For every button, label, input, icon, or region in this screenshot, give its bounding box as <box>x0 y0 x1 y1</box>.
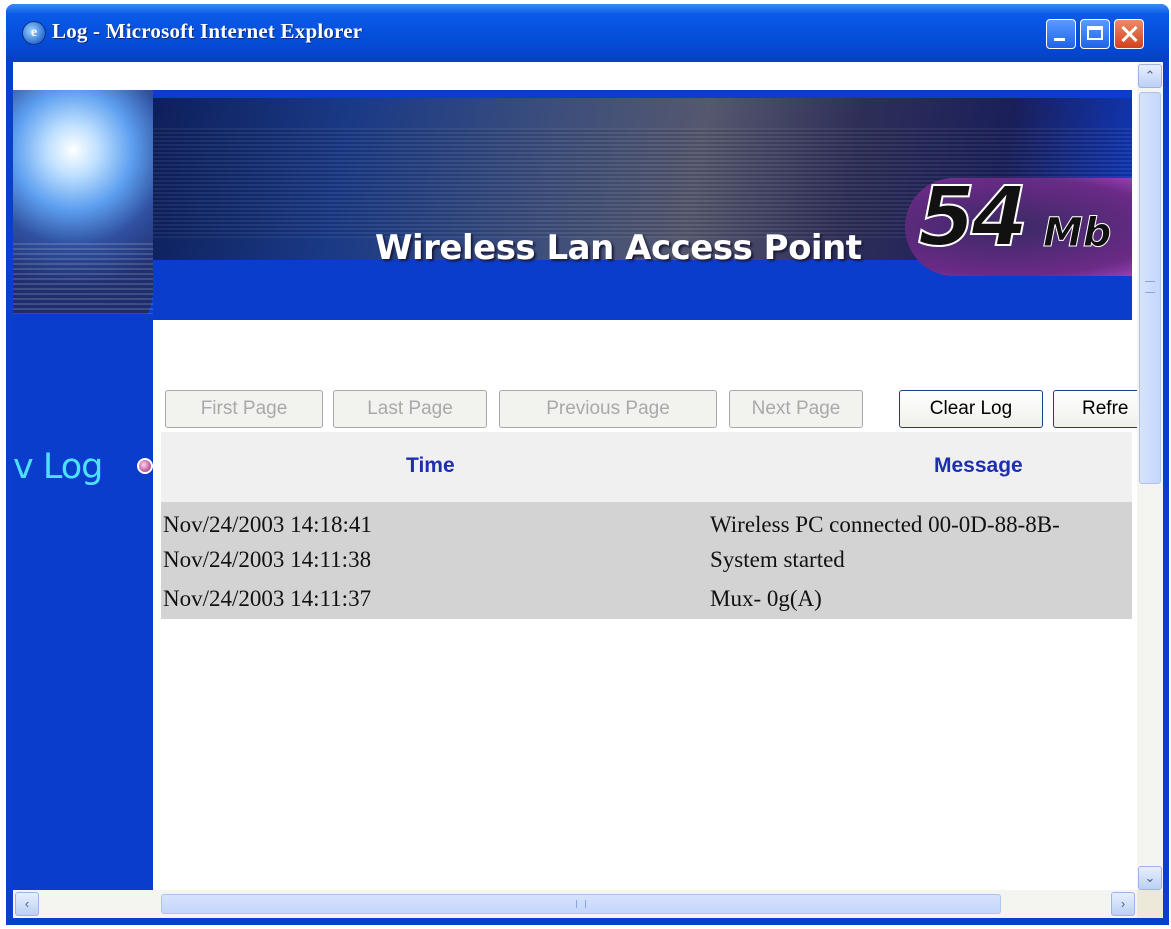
minimize-button[interactable] <box>1046 19 1076 49</box>
scrollbar-corner <box>1137 890 1163 918</box>
speed-number: 54 <box>917 169 1029 266</box>
maximize-button[interactable] <box>1080 19 1110 49</box>
clear-log-button[interactable]: Clear Log <box>899 390 1043 428</box>
log-time: Nov/24/2003 14:11:37 <box>163 586 372 611</box>
vertical-scroll-thumb[interactable] <box>1139 92 1161 484</box>
globe-graphic <box>13 90 153 320</box>
chevron-up-icon: ⌃ <box>1144 68 1156 83</box>
refresh-button[interactable]: Refre <box>1053 390 1150 428</box>
sidebar <box>13 314 153 890</box>
vertical-scrollbar[interactable]: ⌃ ⌄ <box>1137 62 1163 892</box>
product-title: Wireless Lan Access Point <box>375 228 862 268</box>
message-column-header: Message <box>934 454 1023 477</box>
scroll-up-button[interactable]: ⌃ <box>1138 64 1162 88</box>
scroll-left-button[interactable]: ‹ <box>15 892 39 916</box>
scroll-down-button[interactable]: ⌄ <box>1138 866 1162 890</box>
time-column-header: Time <box>406 454 455 477</box>
table-row: Nov/24/2003 14:18:41 Wireless PC connect… <box>161 502 1132 541</box>
scroll-right-button[interactable]: › <box>1111 892 1135 916</box>
grip-icon <box>1145 281 1155 293</box>
log-message: Mux- 0g(A) <box>710 586 822 611</box>
close-button[interactable] <box>1114 19 1144 49</box>
bullet-icon <box>137 458 153 474</box>
previous-page-button[interactable]: Previous Page <box>499 390 717 428</box>
title-bar[interactable]: e Log - Microsoft Internet Explorer <box>6 4 1169 60</box>
speed-unit: Mb <box>1042 210 1112 257</box>
page-header: Wireless Lan Access Point 54 Mb <box>13 90 1132 320</box>
grip-icon <box>576 900 586 908</box>
table-row: Nov/24/2003 14:11:37 Mux- 0g(A) <box>161 580 1132 619</box>
log-time: Nov/24/2003 14:11:38 <box>163 547 372 572</box>
chevron-left-icon: ‹ <box>24 896 30 911</box>
chevron-down-icon: ⌄ <box>1144 870 1156 885</box>
window-title: Log - Microsoft Internet Explorer <box>52 19 363 43</box>
chevron-right-icon: › <box>1120 896 1126 911</box>
next-page-button[interactable]: Next Page <box>729 390 863 428</box>
horizontal-scrollbar[interactable]: ‹ › <box>13 890 1137 918</box>
page-content: Wireless Lan Access Point 54 Mb v Log Fi… <box>13 62 1150 890</box>
table-row: Nov/24/2003 14:11:38 System started <box>161 541 1132 580</box>
table-header: Time Message <box>161 432 1132 502</box>
log-table: Time Message Nov/24/2003 14:18:41 Wirele… <box>161 432 1132 619</box>
first-page-button[interactable]: First Page <box>165 390 323 428</box>
ie-icon[interactable]: e <box>22 21 46 45</box>
log-time: Nov/24/2003 14:18:41 <box>163 512 372 537</box>
sidebar-title: v Log <box>13 447 103 487</box>
horizontal-scroll-thumb[interactable] <box>161 894 1001 914</box>
log-message: System started <box>710 547 845 572</box>
log-message: Wireless PC connected 00-0D-88-8B- <box>710 512 1060 537</box>
last-page-button[interactable]: Last Page <box>333 390 487 428</box>
